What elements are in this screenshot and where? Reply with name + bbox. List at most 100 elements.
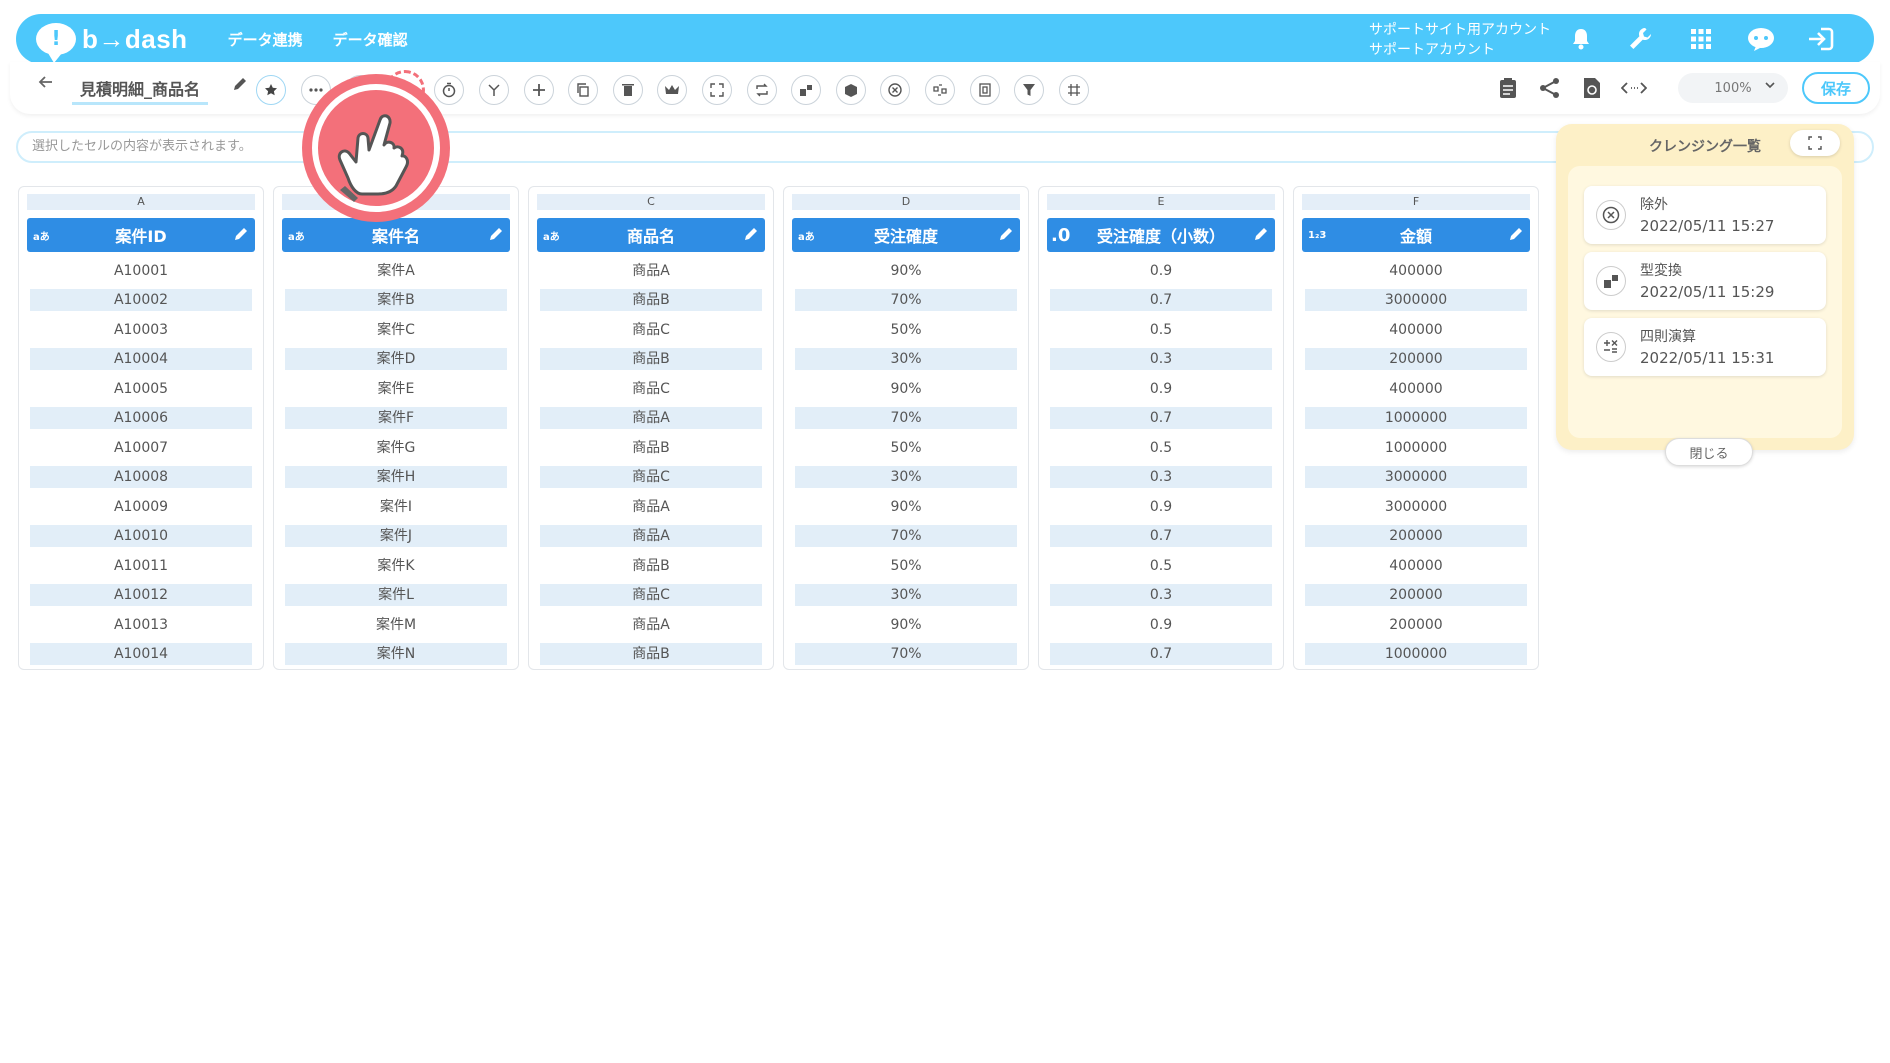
table-cell[interactable]: 30%	[795, 348, 1017, 370]
table-cell[interactable]: 70%	[795, 407, 1017, 429]
clipboard-icon[interactable]	[1494, 74, 1522, 102]
table-cell[interactable]: 0.3	[1050, 348, 1272, 370]
table-cell[interactable]: A10012	[30, 584, 252, 606]
table-cell[interactable]: 商品B	[537, 555, 765, 577]
table-cell[interactable]: 200000	[1305, 348, 1527, 370]
table-cell[interactable]: 90%	[792, 378, 1020, 400]
table-cell[interactable]: 案件B	[285, 289, 507, 311]
table-cell[interactable]: 50%	[792, 555, 1020, 577]
table-cell[interactable]: A10008	[30, 466, 252, 488]
crown-icon[interactable]	[657, 75, 688, 105]
table-cell[interactable]: 400000	[1302, 378, 1530, 400]
table-cell[interactable]: 1000000	[1305, 407, 1527, 429]
nav-data-check[interactable]: データ確認	[333, 29, 408, 50]
dataset-title[interactable]: 見積明細_商品名	[80, 80, 200, 99]
pencil-icon[interactable]	[232, 76, 248, 96]
table-cell[interactable]: 商品A	[537, 614, 765, 636]
edit-column-icon[interactable]	[998, 226, 1014, 246]
table-cell[interactable]: 0.7	[1050, 407, 1272, 429]
edit-column-icon[interactable]	[743, 226, 759, 246]
table-cell[interactable]: 200000	[1302, 614, 1530, 636]
table-cell[interactable]: 案件C	[282, 319, 510, 341]
table-cell[interactable]: 案件G	[282, 437, 510, 459]
table-cell[interactable]: 0.9	[1047, 378, 1275, 400]
merge-icon[interactable]	[478, 75, 509, 105]
type-convert-icon[interactable]	[791, 75, 822, 105]
column-header[interactable]: .0 受注確度（小数）	[1047, 218, 1275, 252]
table-cell[interactable]: 商品C	[537, 319, 765, 341]
table-cell[interactable]: A10001	[27, 260, 255, 282]
column-letter[interactable]: A	[27, 194, 255, 210]
table-cell[interactable]: 商品A	[537, 260, 765, 282]
table-cell[interactable]: 400000	[1302, 319, 1530, 341]
column-header[interactable]: 1₂3 金額	[1302, 218, 1530, 252]
table-cell[interactable]: 案件F	[285, 407, 507, 429]
table-cell[interactable]: A10013	[27, 614, 255, 636]
table-cell[interactable]: 商品B	[540, 289, 762, 311]
table-cell[interactable]: 1000000	[1302, 437, 1530, 459]
table-cell[interactable]: 400000	[1302, 555, 1530, 577]
table-cell[interactable]: 0.5	[1047, 319, 1275, 341]
table-cell[interactable]: A10002	[30, 289, 252, 311]
star-icon[interactable]	[256, 75, 286, 105]
table-cell[interactable]: A10010	[30, 525, 252, 547]
table-cell[interactable]: 70%	[795, 643, 1017, 665]
expand-corners-icon[interactable]	[701, 75, 732, 105]
history-item[interactable]: 型変換 2022/05/11 15:29	[1584, 252, 1826, 310]
filter-icon[interactable]	[1014, 75, 1045, 105]
table-cell[interactable]: A10004	[30, 348, 252, 370]
edit-column-icon[interactable]	[488, 226, 504, 246]
table-cell[interactable]: 商品C	[540, 466, 762, 488]
table-cell[interactable]: A10003	[27, 319, 255, 341]
table-cell[interactable]: 案件K	[282, 555, 510, 577]
history-item[interactable]: 除外 2022/05/11 15:27	[1584, 186, 1826, 244]
logout-icon[interactable]	[1804, 22, 1838, 56]
table-cell[interactable]: 0.7	[1050, 525, 1272, 547]
timer-icon[interactable]	[434, 75, 465, 105]
table-cell[interactable]: 商品A	[540, 407, 762, 429]
table-cell[interactable]: 70%	[795, 289, 1017, 311]
column-letter[interactable]: F	[1302, 194, 1530, 210]
table-cell[interactable]: 商品B	[540, 348, 762, 370]
share-icon[interactable]	[1536, 74, 1564, 102]
account-info[interactable]: サポートサイト用アカウント サポートアカウント	[1369, 20, 1551, 60]
table-cell[interactable]: 0.9	[1047, 260, 1275, 282]
logo[interactable]: ! b→dash	[36, 23, 188, 63]
zoom-select[interactable]: 100%	[1678, 73, 1788, 103]
save-button[interactable]: 保存	[1802, 72, 1870, 104]
table-cell[interactable]: 案件M	[282, 614, 510, 636]
table-cell[interactable]: 200000	[1305, 584, 1527, 606]
box-icon[interactable]	[835, 75, 866, 105]
table-cell[interactable]: 3000000	[1305, 466, 1527, 488]
bell-icon[interactable]	[1564, 22, 1598, 56]
column-header[interactable]: aあ 商品名	[537, 218, 765, 252]
table-cell[interactable]: 3000000	[1305, 289, 1527, 311]
column-letter[interactable]: D	[792, 194, 1020, 210]
column-header[interactable]: aあ 案件名	[282, 218, 510, 252]
table-cell[interactable]: 案件A	[282, 260, 510, 282]
table-cell[interactable]: 商品A	[540, 525, 762, 547]
table-cell[interactable]: 商品C	[537, 378, 765, 400]
table-cell[interactable]: 0.3	[1050, 466, 1272, 488]
close-button[interactable]: 閉じる	[1665, 438, 1753, 466]
column-letter[interactable]: E	[1047, 194, 1275, 210]
table-cell[interactable]: 90%	[792, 260, 1020, 282]
table-cell[interactable]: A10009	[27, 496, 255, 518]
back-arrow-icon[interactable]	[38, 74, 54, 95]
trash-icon[interactable]	[612, 75, 643, 105]
refresh-file-icon[interactable]	[1578, 74, 1606, 102]
add-plus-icon[interactable]	[523, 75, 554, 105]
table-cell[interactable]: 商品C	[540, 584, 762, 606]
table-cell[interactable]: 商品B	[537, 437, 765, 459]
table-cell[interactable]: A10014	[30, 643, 252, 665]
replace-icon[interactable]	[924, 75, 955, 105]
copy-icon[interactable]	[568, 75, 599, 105]
chat-bot-icon[interactable]	[1744, 22, 1778, 56]
table-cell[interactable]: 0.7	[1050, 289, 1272, 311]
table-cell[interactable]: 50%	[792, 319, 1020, 341]
nav-data-integration[interactable]: データ連携	[228, 29, 303, 50]
table-cell[interactable]: 案件D	[285, 348, 507, 370]
table-cell[interactable]: 50%	[792, 437, 1020, 459]
history-item[interactable]: 四則演算 2022/05/11 15:31	[1584, 318, 1826, 376]
table-cell[interactable]: 30%	[795, 466, 1017, 488]
